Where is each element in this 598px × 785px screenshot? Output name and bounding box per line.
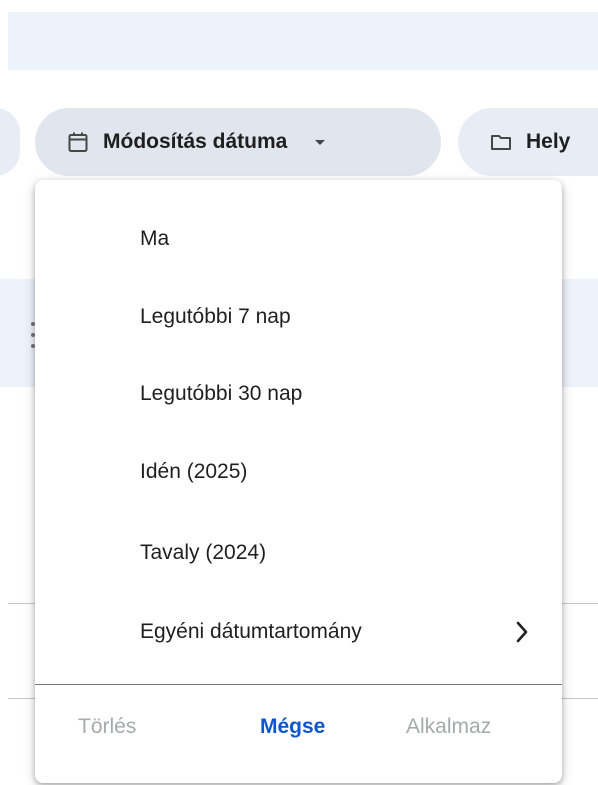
page: Módosítás dátuma Hely Ma Legutóbbi 7 nap — [0, 0, 598, 785]
date-modified-filter-label: Módosítás dátuma — [103, 130, 288, 153]
date-modified-dropdown-menu: Ma Legutóbbi 7 nap Legutóbbi 30 nap Idén… — [35, 180, 562, 783]
menu-footer: Törlés Mégse Alkalmaz — [35, 685, 562, 783]
menu-item-custom-date-range[interactable]: Egyéni dátumtartomány — [35, 593, 562, 671]
cancel-button[interactable]: Mégse — [260, 715, 325, 739]
menu-item-label: Egyéni dátumtartomány — [140, 620, 362, 643]
date-modified-filter-chip[interactable]: Módosítás dátuma — [35, 108, 441, 176]
menu-item-today[interactable]: Ma — [35, 200, 562, 278]
dropdown-caret-icon — [313, 137, 327, 147]
location-filter-chip[interactable]: Hely — [458, 108, 598, 176]
previous-filter-chip[interactable] — [0, 108, 20, 176]
chevron-right-icon — [515, 621, 529, 643]
clear-button[interactable]: Törlés — [78, 715, 136, 739]
folder-icon — [490, 131, 512, 153]
location-filter-label: Hely — [526, 130, 571, 153]
menu-item-label: Tavaly (2024) — [140, 541, 267, 564]
search-bar[interactable] — [8, 12, 598, 70]
menu-item-label: Legutóbbi 30 nap — [140, 382, 303, 405]
menu-item-last-7-days[interactable]: Legutóbbi 7 nap — [35, 278, 562, 356]
menu-item-last-year[interactable]: Tavaly (2024) — [35, 514, 562, 592]
apply-button[interactable]: Alkalmaz — [406, 715, 491, 739]
menu-item-label: Legutóbbi 7 nap — [140, 305, 291, 328]
menu-item-last-30-days[interactable]: Legutóbbi 30 nap — [35, 355, 562, 433]
calendar-icon — [67, 131, 89, 153]
menu-item-this-year[interactable]: Idén (2025) — [35, 433, 562, 511]
menu-item-label: Idén (2025) — [140, 460, 248, 483]
menu-item-label: Ma — [140, 227, 170, 250]
